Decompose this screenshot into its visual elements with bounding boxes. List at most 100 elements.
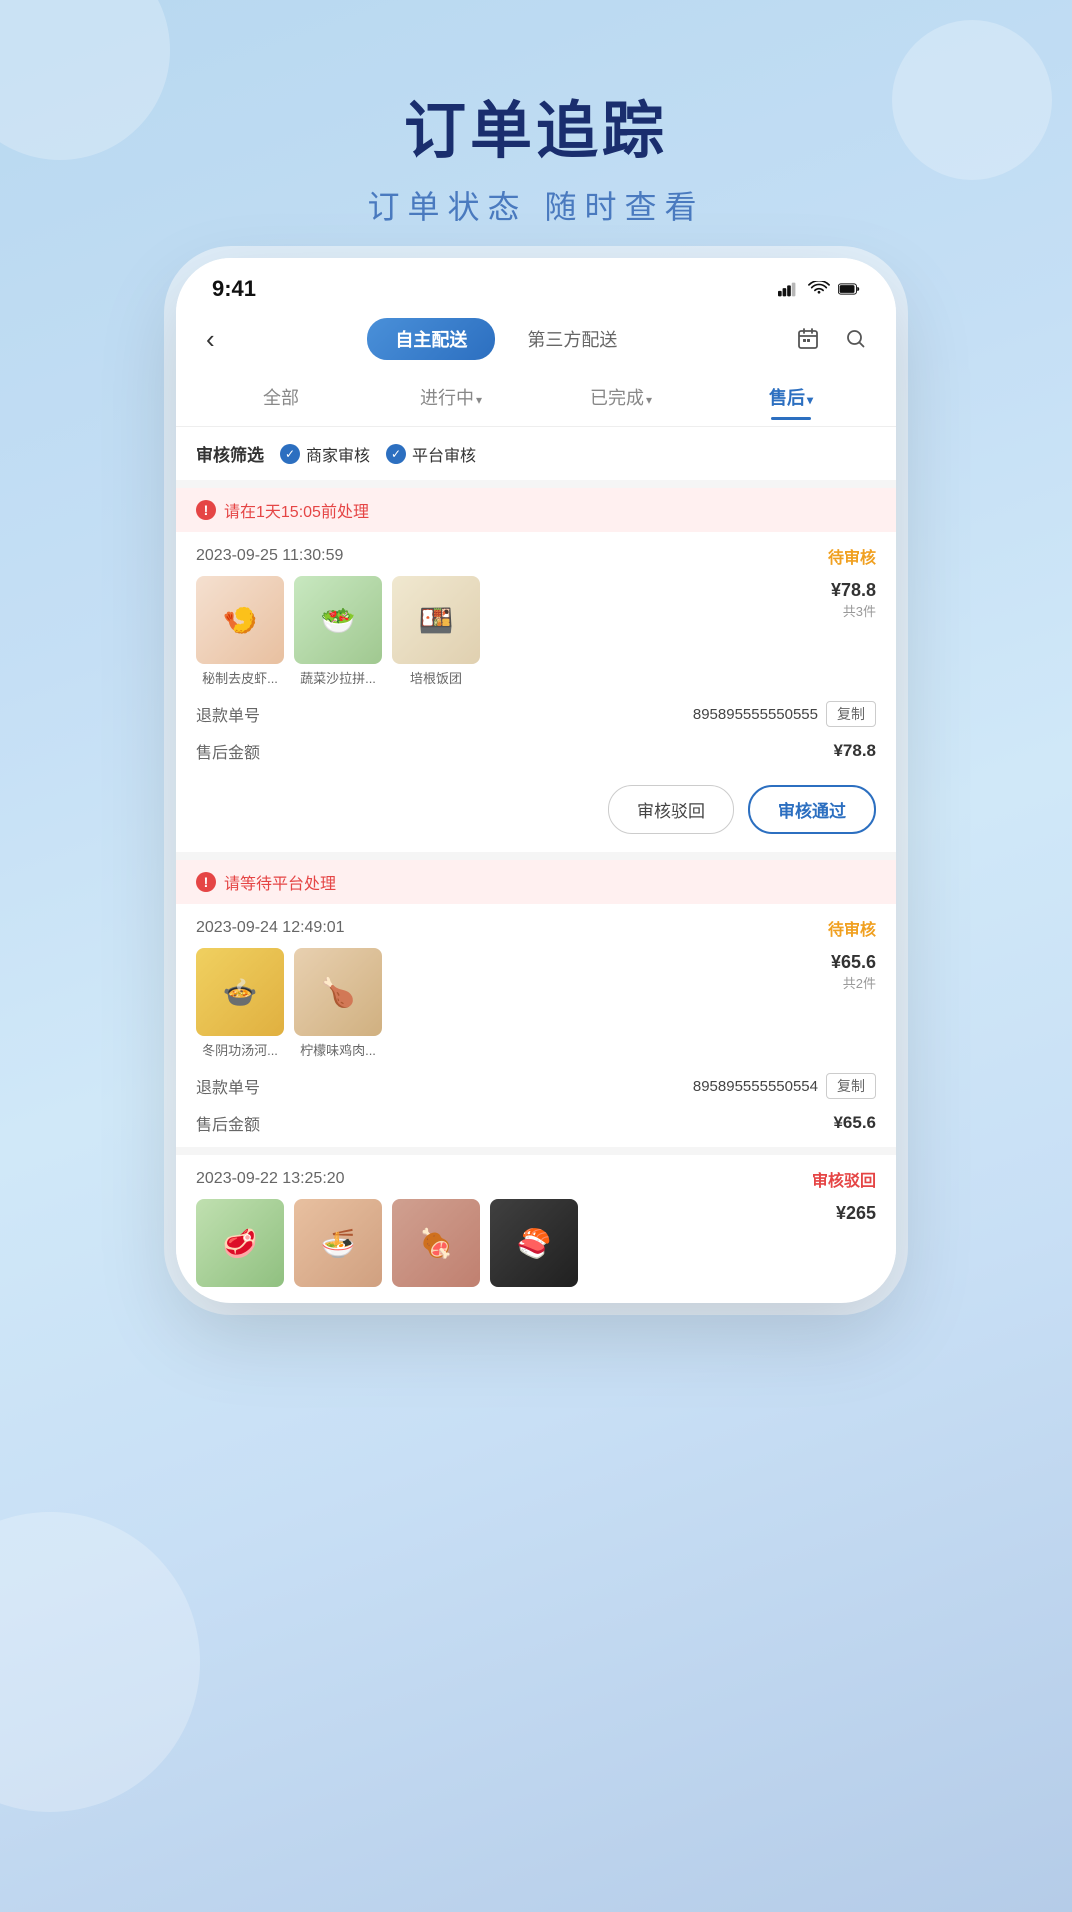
action-buttons-1: 审核驳回 审核通过	[176, 775, 896, 852]
nav-tabs: 自主配送 第三方配送	[233, 318, 780, 360]
order-datetime-2: 2023-09-24 12:49:01	[196, 919, 345, 937]
food-name-soup: 冬阴功汤河...	[202, 1040, 278, 1059]
nav-bar: ‹ 自主配送 第三方配送	[176, 310, 896, 372]
order-price-value-2: ¥65.6	[831, 952, 876, 973]
check-icon-merchant: ✓	[280, 444, 300, 464]
audit-filter-label: 审核筛选	[196, 441, 264, 466]
alert-icon-2: !	[196, 872, 216, 892]
refund-no-1: 895895555550555	[693, 706, 818, 723]
order-item-1-3: 🍱 培根饭团	[392, 576, 480, 687]
amount-value-1: ¥78.8	[833, 741, 876, 761]
order-card-2: ! 请等待平台处理 2023-09-24 12:49:01 待审核 🍲 冬阴功汤…	[176, 860, 896, 1147]
order-count-1: 共3件	[831, 601, 876, 620]
order-header-2: 2023-09-24 12:49:01 待审核	[176, 904, 896, 948]
alert-icon-1: !	[196, 500, 216, 520]
food-image-meat: 🍖	[392, 1199, 480, 1287]
status-time: 9:41	[212, 276, 256, 302]
calendar-icon	[796, 327, 820, 351]
order-item-1-1: 🍤 秘制去皮虾...	[196, 576, 284, 687]
status-icons	[778, 281, 860, 297]
order-status-3: 审核驳回	[812, 1167, 876, 1191]
audit-check-platform[interactable]: ✓ 平台审核	[386, 442, 476, 466]
reject-button-1[interactable]: 审核驳回	[608, 785, 734, 834]
check-icon-platform: ✓	[386, 444, 406, 464]
food-image-dark: 🍣	[490, 1199, 578, 1287]
refund-label-1: 退款单号	[196, 702, 260, 726]
alert-bar-1: ! 请在1天15:05前处理	[176, 488, 896, 532]
amount-label-1: 售后金额	[196, 739, 260, 763]
page-subtitle: 订单状态 随时查看	[368, 182, 705, 228]
order-price-value-1: ¥78.8	[831, 580, 876, 601]
order-refund-row-2: 退款单号 895895555550554 复制	[176, 1067, 896, 1105]
search-button[interactable]	[836, 319, 876, 359]
filter-tab-completed[interactable]: 已完成▾	[536, 378, 706, 416]
food-image-sushi: 🍱	[392, 576, 480, 664]
food-image-bowl: 🍜	[294, 1199, 382, 1287]
order-item-3-3: 🍖	[392, 1199, 480, 1287]
order-item-3-4: 🍣	[490, 1199, 578, 1287]
order-price-value-3: ¥265	[836, 1203, 876, 1224]
copy-button-2[interactable]: 复制	[826, 1073, 876, 1099]
calendar-button[interactable]	[788, 319, 828, 359]
bg-decoration-2	[892, 20, 1052, 180]
bg-decoration-3	[0, 1512, 200, 1812]
order-price-2: ¥65.6 共2件	[831, 948, 876, 992]
order-amount-row-1: 售后金额 ¥78.8	[176, 733, 896, 775]
order-items-1: 🍤 秘制去皮虾... 🥗 蔬菜沙拉拼... 🍱 培根饭团 ¥78.8 共3件	[176, 576, 896, 695]
amount-label-2: 售后金额	[196, 1111, 260, 1135]
order-status-1: 待审核	[828, 544, 876, 568]
order-refund-row-1: 退款单号 895895555550555 复制	[176, 695, 896, 733]
food-name-salad: 蔬菜沙拉拼...	[300, 668, 376, 687]
refund-no-2: 895895555550554	[693, 1078, 818, 1095]
nav-tab-self-delivery[interactable]: 自主配送	[367, 318, 495, 360]
battery-icon	[838, 281, 860, 297]
refund-label-2: 退款单号	[196, 1074, 260, 1098]
order-amount-row-2: 售后金额 ¥65.6	[176, 1105, 896, 1147]
status-bar: 9:41	[176, 258, 896, 310]
order-items-3: 🥩 🍜 🍖 🍣 ¥265	[176, 1199, 896, 1295]
page-title: 订单追踪	[368, 80, 705, 170]
order-price-3: ¥265	[836, 1199, 876, 1224]
food-image-salad: 🥗	[294, 576, 382, 664]
food-name-sushi: 培根饭团	[410, 668, 462, 687]
order-item-2-2: 🍗 柠檬味鸡肉...	[294, 948, 382, 1059]
order-header-1: 2023-09-25 11:30:59 待审核	[176, 532, 896, 576]
header-section: 订单追踪 订单状态 随时查看	[368, 80, 705, 228]
order-status-2: 待审核	[828, 916, 876, 940]
order-datetime-3: 2023-09-22 13:25:20	[196, 1170, 345, 1188]
bg-decoration-1	[0, 0, 170, 160]
filter-tab-aftersales[interactable]: 售后▾	[706, 378, 876, 416]
nav-tab-third-party[interactable]: 第三方配送	[499, 318, 645, 360]
order-item-3-1: 🥩	[196, 1199, 284, 1287]
alert-text-1: 请在1天15:05前处理	[224, 498, 369, 522]
food-name-chicken: 柠檬味鸡肉...	[300, 1040, 376, 1059]
order-items-2: 🍲 冬阴功汤河... 🍗 柠檬味鸡肉... ¥65.6 共2件	[176, 948, 896, 1067]
filter-tabs: 全部 进行中▾ 已完成▾ 售后▾	[176, 372, 896, 427]
order-item-2-1: 🍲 冬阴功汤河...	[196, 948, 284, 1059]
order-item-3-2: 🍜	[294, 1199, 382, 1287]
order-card-1: ! 请在1天15:05前处理 2023-09-25 11:30:59 待审核 🍤…	[176, 488, 896, 852]
approve-button-1[interactable]: 审核通过	[748, 785, 876, 834]
food-image-shrimp: 🍤	[196, 576, 284, 664]
order-datetime-1: 2023-09-25 11:30:59	[196, 547, 343, 565]
alert-bar-2: ! 请等待平台处理	[176, 860, 896, 904]
search-icon	[844, 327, 868, 351]
copy-button-1[interactable]: 复制	[826, 701, 876, 727]
main-content: 审核筛选 ✓ 商家审核 ✓ 平台审核 ! 请在1天15:05前处理 2023-0…	[176, 427, 896, 1295]
audit-filter-bar: 审核筛选 ✓ 商家审核 ✓ 平台审核	[176, 427, 896, 480]
back-button[interactable]: ‹	[196, 320, 225, 359]
amount-value-2: ¥65.6	[833, 1113, 876, 1133]
alert-text-2: 请等待平台处理	[224, 870, 336, 894]
filter-tab-ongoing[interactable]: 进行中▾	[366, 378, 536, 416]
wifi-icon	[808, 281, 830, 297]
filter-tab-all[interactable]: 全部	[196, 378, 366, 416]
food-image-soup: 🍲	[196, 948, 284, 1036]
order-price-1: ¥78.8 共3件	[831, 576, 876, 620]
food-name-shrimp: 秘制去皮虾...	[202, 668, 278, 687]
order-item-1-2: 🥗 蔬菜沙拉拼...	[294, 576, 382, 687]
audit-check-merchant[interactable]: ✓ 商家审核	[280, 442, 370, 466]
order-count-2: 共2件	[831, 973, 876, 992]
order-header-3: 2023-09-22 13:25:20 审核驳回	[176, 1155, 896, 1199]
phone-mockup: 9:41 ‹	[176, 258, 896, 1303]
order-card-3: 2023-09-22 13:25:20 审核驳回 🥩 🍜 🍖 🍣 ¥265	[176, 1155, 896, 1295]
